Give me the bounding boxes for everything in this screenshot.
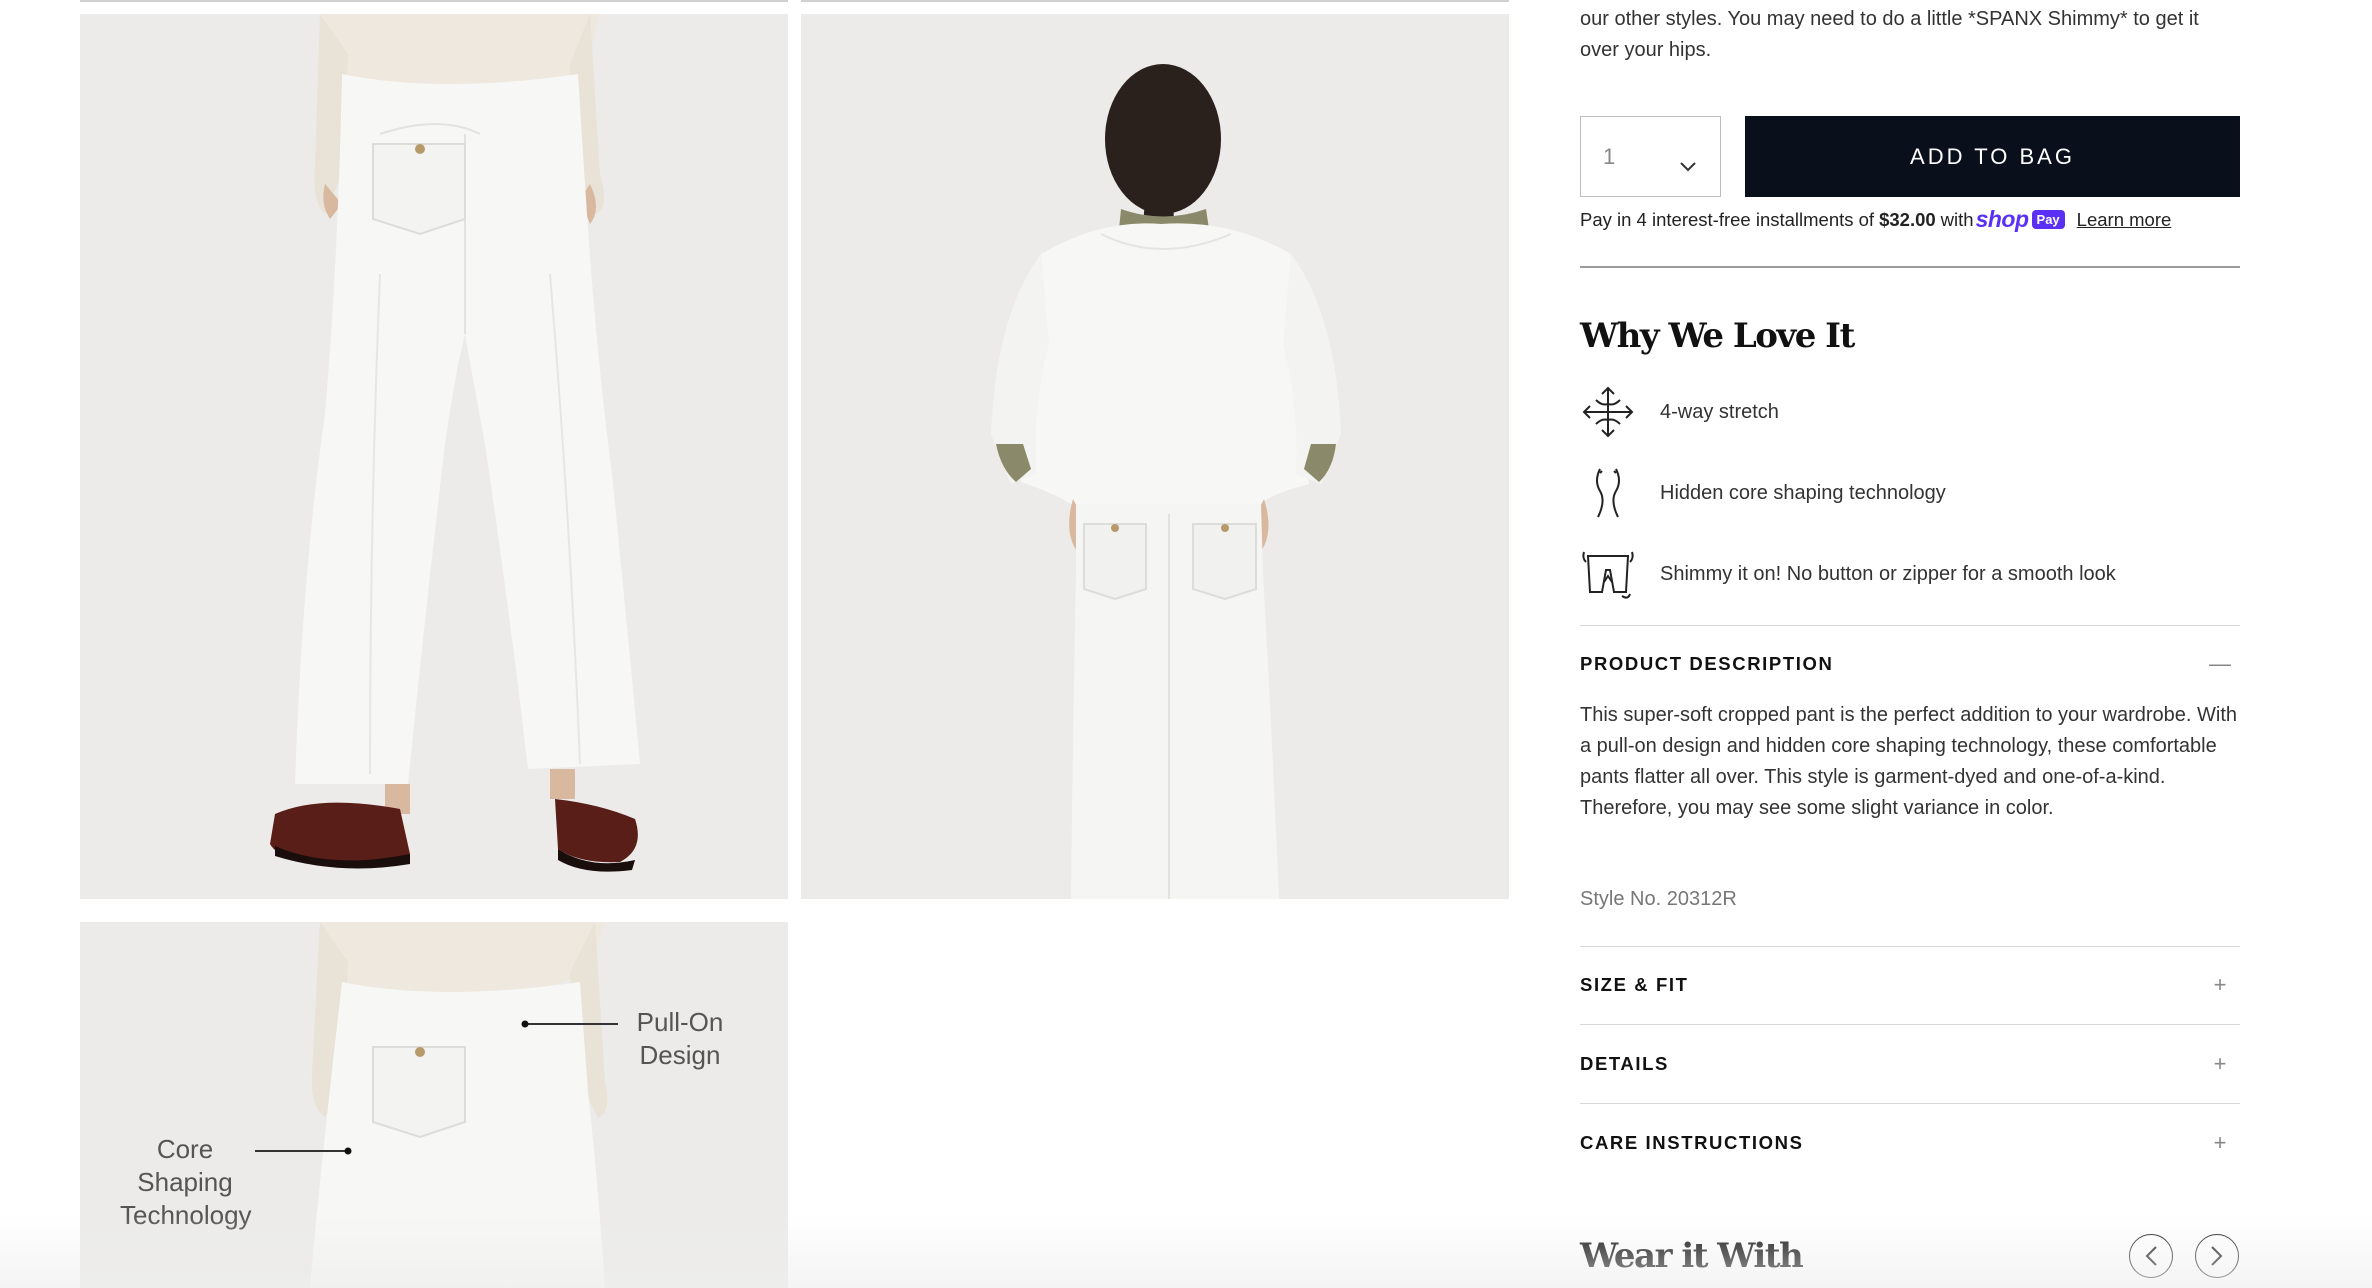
add-to-bag-button[interactable]: ADD TO BAG: [1745, 116, 2240, 197]
feature-label: Hidden core shaping technology: [1660, 481, 1946, 504]
product-image-styled-back[interactable]: [801, 14, 1509, 899]
carousel-prev-button[interactable]: [2129, 1234, 2173, 1278]
callout-pull-on-design: Pull-On Design: [636, 1007, 724, 1070]
plus-icon: +: [2213, 1051, 2227, 1076]
shop-pay-logo-icon: shop Pay: [1976, 206, 2065, 233]
learn-more-link[interactable]: Learn more: [2077, 209, 2172, 231]
feature-label: 4-way stretch: [1660, 400, 1779, 423]
accordion-label: DETAILS: [1580, 1053, 1669, 1074]
four-way-arrows-icon: [1580, 384, 1636, 440]
gallery-top-divider: [801, 0, 1509, 2]
accordion-product-description[interactable]: PRODUCT DESCRIPTION —: [1580, 626, 2240, 702]
accordion-label: CARE INSTRUCTIONS: [1580, 1132, 1804, 1153]
quantity-select[interactable]: 1: [1580, 116, 1721, 197]
divider: [1580, 1024, 2240, 1025]
carousel-next-button[interactable]: [2195, 1234, 2239, 1278]
shoppay-prefix: Pay in 4 interest-free installments of: [1580, 208, 1875, 230]
accordion-label: PRODUCT DESCRIPTION: [1580, 653, 1834, 674]
why-we-love-it-title: Why We Love It: [1580, 316, 1855, 356]
product-image-feature-callouts[interactable]: Pull-On Design Core Shaping Technology: [80, 922, 788, 1288]
accordion-care-instructions[interactable]: CARE INSTRUCTIONS +: [1580, 1105, 2240, 1181]
quantity-value: 1: [1603, 143, 1616, 169]
shimmy-pants-icon: [1580, 546, 1636, 602]
minus-icon: —: [2209, 651, 2231, 676]
accordion-details[interactable]: DETAILS +: [1580, 1026, 2240, 1102]
feature-item: Hidden core shaping technology: [1580, 463, 2240, 523]
shoppay-installments: Pay in 4 interest-free installments of $…: [1580, 206, 2240, 233]
callout-core-shaping: Core Shaping Technology: [120, 1134, 252, 1230]
gallery-top-divider: [80, 0, 788, 2]
product-intro-text: our other styles. You may need to do a l…: [1580, 8, 2199, 61]
chevron-down-icon: [1680, 152, 1696, 171]
chevron-left-icon: [2145, 1246, 2157, 1266]
accordion-label: SIZE & FIT: [1580, 974, 1689, 995]
divider: [1580, 1103, 2240, 1104]
feature-item: Shimmy it on! No button or zipper for a …: [1580, 544, 2240, 604]
feature-item: 4-way stretch: [1580, 382, 2240, 442]
wear-it-with-title: Wear it With: [1580, 1236, 1804, 1276]
plus-icon: +: [2213, 972, 2227, 997]
accordion-size-fit[interactable]: SIZE & FIT +: [1580, 947, 2240, 1023]
style-number: Style No. 20312R: [1580, 888, 1737, 910]
plus-icon: +: [2213, 1130, 2227, 1155]
product-image-back-view[interactable]: [80, 14, 788, 899]
product-gallery: Pull-On Design Core Shaping Technology: [0, 0, 1540, 1288]
divider: [1580, 266, 2240, 268]
shoppay-with: with: [1940, 208, 1974, 230]
feature-label: Shimmy it on! No button or zipper for a …: [1660, 562, 2116, 585]
waist-curves-icon: [1580, 465, 1636, 521]
chevron-right-icon: [2211, 1246, 2223, 1266]
product-description-text: This super-soft cropped pant is the perf…: [1580, 704, 2238, 819]
shoppay-amount: $32.00: [1879, 208, 1936, 230]
